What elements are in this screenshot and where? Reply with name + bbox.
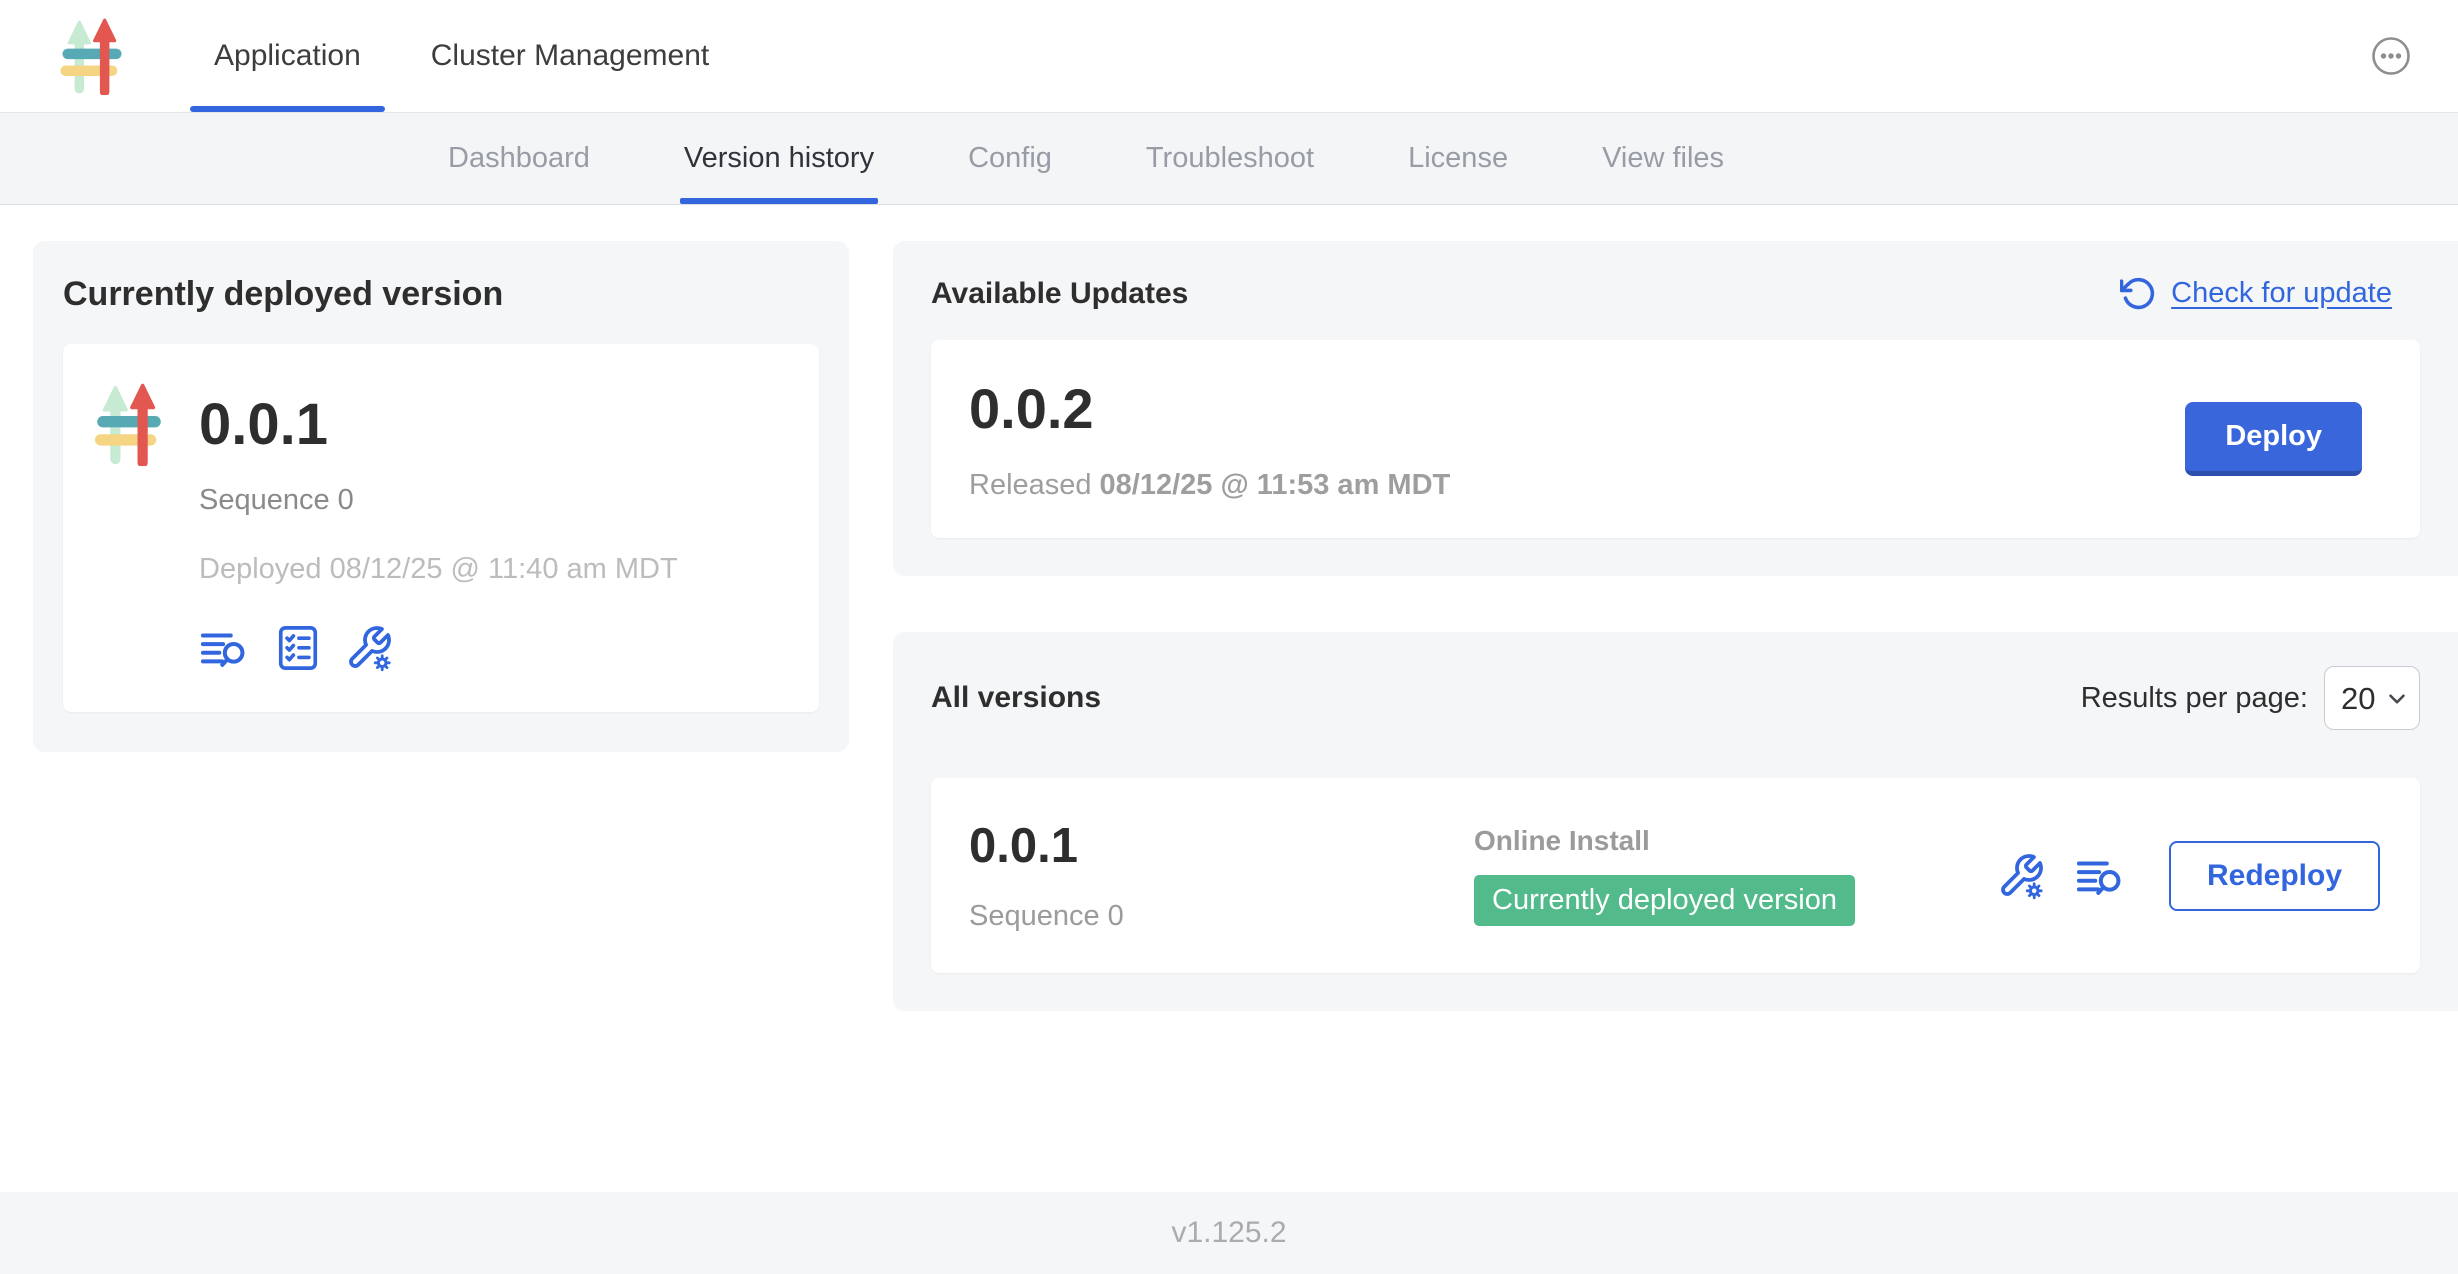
currently-deployed-panel: Currently deployed version 0.0.1 Sequenc… xyxy=(33,241,849,752)
subnav-tab-license[interactable]: License xyxy=(1408,113,1508,204)
view-logs-icon xyxy=(2075,853,2127,899)
app-subnav: Dashboard Version history Config Trouble… xyxy=(0,113,2458,205)
page-footer: v1.125.2 xyxy=(0,1192,2458,1274)
subnav-tab-view-files[interactable]: View files xyxy=(1602,113,1724,204)
deployed-version-details: 0.0.1 Sequence 0 Deployed 08/12/25 @ 11:… xyxy=(199,382,678,672)
deployed-version-row: 0.0.1 Sequence 0 Deployed 08/12/25 @ 11:… xyxy=(93,382,789,672)
subnav-tab-config[interactable]: Config xyxy=(968,113,1052,204)
top-header: Application Cluster Management xyxy=(0,0,2458,113)
deployed-timestamp: Deployed 08/12/25 @ 11:40 am MDT xyxy=(199,553,678,586)
available-updates-header: Available Updates Check for update xyxy=(931,275,2420,312)
results-per-page: Results per page: 20 xyxy=(2081,666,2420,730)
config-icon xyxy=(345,624,393,672)
results-per-page-select[interactable]: 20 xyxy=(2324,666,2420,730)
row-sequence: Sequence 0 xyxy=(969,900,1474,933)
tab-cluster-management[interactable]: Cluster Management xyxy=(407,0,733,112)
preflight-checks-icon xyxy=(275,624,321,672)
results-per-page-select-wrap: 20 xyxy=(2324,666,2420,730)
subnav-tab-version-history[interactable]: Version history xyxy=(684,113,874,204)
update-version-number: 0.0.2 xyxy=(969,376,1450,441)
available-update-card: 0.0.2 Released08/12/25 @ 11:53 am MDT De… xyxy=(931,340,2420,538)
deployed-action-icons xyxy=(199,624,678,672)
version-row: 0.0.1 Sequence 0 Online Install Currentl… xyxy=(931,778,2420,973)
deployed-sequence: Sequence 0 xyxy=(199,484,678,517)
subnav-tab-dashboard[interactable]: Dashboard xyxy=(448,113,590,204)
deployed-version-number: 0.0.1 xyxy=(199,396,678,454)
ellipsis-icon xyxy=(2364,29,2418,83)
update-info: 0.0.2 Released08/12/25 @ 11:53 am MDT xyxy=(969,376,1450,502)
view-logs-icon xyxy=(199,625,251,671)
preflight-checks-button[interactable] xyxy=(275,624,321,672)
currently-deployed-badge: Currently deployed version xyxy=(1474,875,1855,926)
edit-config-button[interactable] xyxy=(345,624,393,672)
released-label: Released xyxy=(969,469,1092,501)
redeploy-button[interactable]: Redeploy xyxy=(2169,841,2380,911)
version-row-status: Online Install Currently deployed versio… xyxy=(1474,825,1997,926)
overflow-menu-button[interactable] xyxy=(2364,29,2418,83)
version-row-info: 0.0.1 Sequence 0 xyxy=(969,818,1474,933)
released-timestamp: 08/12/25 @ 11:53 am MDT xyxy=(1100,469,1451,501)
deployed-version-card: 0.0.1 Sequence 0 Deployed 08/12/25 @ 11:… xyxy=(63,344,819,712)
results-per-page-label: Results per page: xyxy=(2081,682,2308,715)
all-versions-title: All versions xyxy=(931,681,1101,715)
panel-gap xyxy=(893,576,2458,632)
refresh-icon xyxy=(2120,275,2157,312)
deploy-button[interactable]: Deploy xyxy=(2185,402,2362,476)
update-released-line: Released08/12/25 @ 11:53 am MDT xyxy=(969,469,1450,502)
subnav-tab-troubleshoot[interactable]: Troubleshoot xyxy=(1146,113,1314,204)
view-logs-button[interactable] xyxy=(199,625,251,671)
available-updates-title: Available Updates xyxy=(931,277,1188,311)
all-versions-header: All versions Results per page: 20 xyxy=(931,666,2420,730)
check-for-update-link[interactable]: Check for update xyxy=(2120,275,2420,312)
check-for-update-label: Check for update xyxy=(2171,277,2392,310)
console-version: v1.125.2 xyxy=(1171,1216,1286,1250)
row-view-logs-button[interactable] xyxy=(2075,853,2127,899)
available-updates-panel: Available Updates Check for update 0.0.2… xyxy=(893,241,2458,576)
right-column: Available Updates Check for update 0.0.2… xyxy=(893,241,2458,1011)
currently-deployed-title: Currently deployed version xyxy=(63,275,819,314)
config-icon xyxy=(1997,852,2045,900)
row-version-number: 0.0.1 xyxy=(969,818,1474,874)
version-row-actions: Redeploy xyxy=(1997,841,2382,911)
app-logo-icon xyxy=(93,382,165,466)
main-content: Currently deployed version 0.0.1 Sequenc… xyxy=(0,205,2458,1192)
tab-application[interactable]: Application xyxy=(190,0,385,112)
app-logo-icon xyxy=(60,17,124,95)
all-versions-panel: All versions Results per page: 20 xyxy=(893,632,2458,1011)
app-window: Application Cluster Management Dashboard… xyxy=(0,0,2458,1274)
install-type-label: Online Install xyxy=(1474,825,1997,857)
row-edit-config-button[interactable] xyxy=(1997,852,2045,900)
top-tab-bar: Application Cluster Management xyxy=(190,0,755,112)
